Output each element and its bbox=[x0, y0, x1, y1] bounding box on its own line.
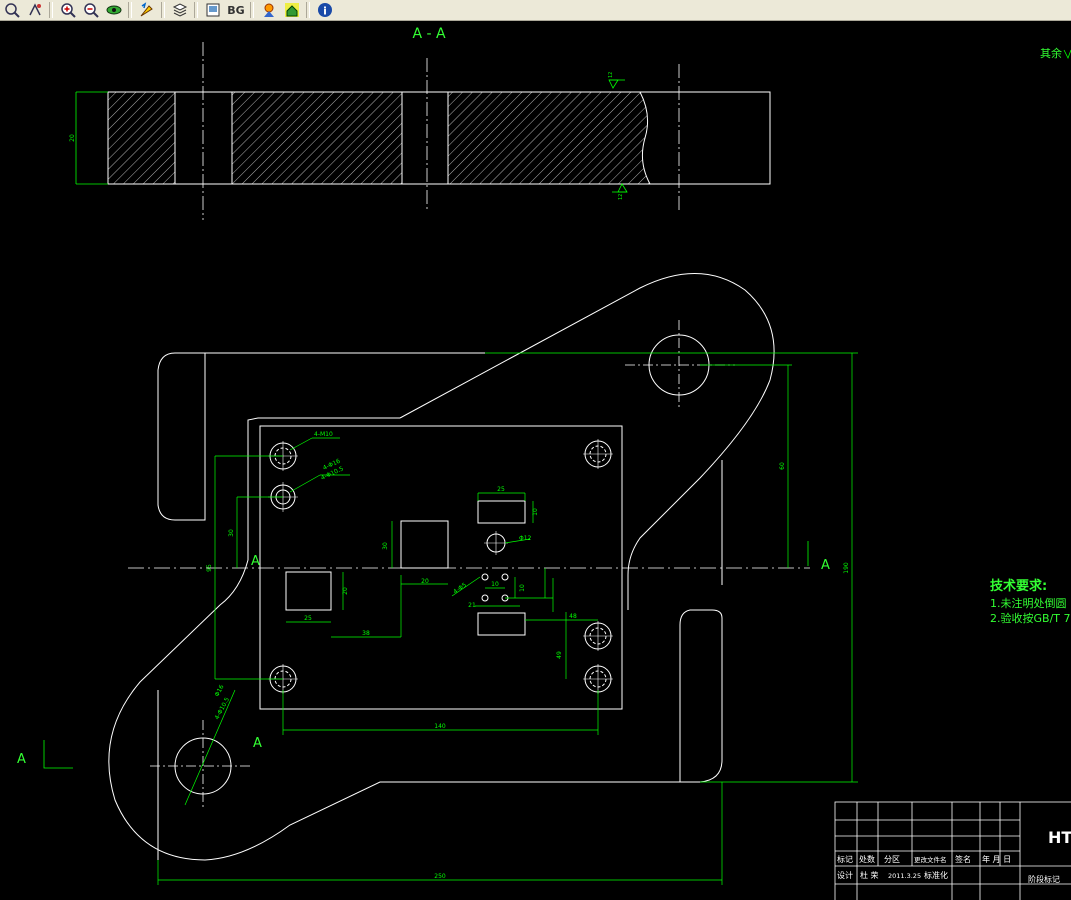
section-mark-left: A bbox=[251, 554, 260, 569]
dim-hole-lower-a: Φ16 bbox=[214, 684, 226, 698]
tech-line-1: 1.未注明处倒圆 bbox=[990, 596, 1067, 610]
drawing-canvas[interactable]: A - A 20 12 12 其余 A A A A 4-M10 4-Φ16 4-… bbox=[0, 21, 1071, 900]
hatch-region bbox=[232, 92, 402, 184]
dim-190: 190 bbox=[843, 562, 850, 574]
dim-25b: 25 bbox=[304, 615, 312, 622]
technical-requirements: 技术要求: 1.未注明处倒圆 2.验收按GB/T 7 bbox=[990, 578, 1071, 625]
dim-30b: 30 bbox=[382, 542, 389, 550]
section-mark-lower: A bbox=[17, 752, 26, 767]
dim-60: 60 bbox=[779, 462, 786, 470]
dim-10: 10 bbox=[532, 508, 539, 516]
color-tool-icon[interactable] bbox=[136, 1, 158, 19]
tb-label-mark: 标记 bbox=[837, 854, 853, 864]
tb-label-file: 更改文件名 bbox=[914, 855, 947, 864]
dimensions bbox=[157, 352, 858, 885]
tb-design: 设计 bbox=[837, 870, 853, 880]
dim-10c: 10 bbox=[519, 584, 526, 592]
zoom-pan-icon[interactable] bbox=[24, 1, 46, 19]
layers-icon[interactable] bbox=[169, 1, 191, 19]
tech-line-2: 2.验收按GB/T 7 bbox=[990, 611, 1071, 625]
dimension-labels: 4-M10 4-Φ16 4-Φ10.5 Φ16 4-Φ10.5 25 10 Φ1… bbox=[206, 431, 850, 880]
section-mark-right: A bbox=[821, 558, 830, 573]
dim-25: 25 bbox=[497, 486, 505, 493]
zoom-extents-icon[interactable] bbox=[1, 1, 23, 19]
tb-std: 标准化 bbox=[924, 870, 948, 880]
tb-date: 2011.3.25 bbox=[888, 872, 921, 880]
toolbar-separator bbox=[250, 2, 254, 18]
dim-49: 49 bbox=[556, 651, 563, 659]
title-block bbox=[834, 801, 1071, 900]
plan-view: A A A A bbox=[17, 273, 830, 861]
section-outline bbox=[107, 91, 771, 185]
attribute-icon[interactable] bbox=[258, 1, 280, 19]
tb-label-zone: 分区 bbox=[884, 855, 900, 864]
hatch-region bbox=[108, 92, 175, 184]
hatch-region bbox=[448, 92, 650, 184]
dim-hole-lower-b: 4-Φ10.5 bbox=[214, 696, 232, 721]
svg-text:i: i bbox=[323, 5, 327, 18]
dim-thickness: 20 bbox=[69, 134, 76, 142]
zoom-in-icon[interactable] bbox=[57, 1, 79, 19]
dim-20b: 20 bbox=[342, 587, 349, 595]
dim-phi12: Φ12 bbox=[519, 535, 532, 542]
toolbar-separator bbox=[161, 2, 165, 18]
title-material: HT2 bbox=[1048, 828, 1071, 847]
roughness-other: 其余 bbox=[1040, 46, 1062, 60]
section-view: A - A 20 12 12 其余 bbox=[69, 26, 1071, 220]
dim-38: 38 bbox=[362, 630, 370, 637]
toolbar-separator bbox=[194, 2, 198, 18]
tb-designer: 杜 荣 bbox=[860, 870, 879, 880]
dim-30a: 30 bbox=[228, 529, 235, 537]
tb-label-date: 年 月 日 bbox=[982, 854, 1011, 864]
dim-21: 21 bbox=[468, 602, 476, 609]
info-icon[interactable]: i bbox=[314, 1, 336, 19]
toolbar-separator bbox=[128, 2, 132, 18]
tb-stage: 阶段标记 bbox=[1028, 874, 1060, 884]
toolbar-separator bbox=[49, 2, 53, 18]
dim-hole1: 4-M10 bbox=[314, 431, 333, 438]
zoom-out-icon[interactable] bbox=[80, 1, 102, 19]
toolbar-separator bbox=[306, 2, 310, 18]
dim-140: 140 bbox=[434, 723, 446, 730]
roughness-bottom: 12 bbox=[618, 194, 624, 200]
dim-a: 4-Φ5 bbox=[452, 581, 468, 595]
tb-label-count: 处数 bbox=[859, 854, 875, 864]
dim-20a: 20 bbox=[421, 578, 429, 585]
section-title: A - A bbox=[412, 26, 446, 42]
dim-250: 250 bbox=[434, 873, 446, 880]
bg-button[interactable]: BG bbox=[225, 1, 247, 19]
toolbar: BG i bbox=[0, 0, 1071, 21]
title-block-text: HT2 标记 处数 分区 更改文件名 签名 年 月 日 设计 杜 荣 2011.… bbox=[837, 828, 1071, 884]
dim-10b: 10 bbox=[491, 581, 499, 588]
screen-icon[interactable] bbox=[202, 1, 224, 19]
roughness-top: 12 bbox=[608, 72, 614, 78]
dim-95: 95 bbox=[206, 564, 213, 572]
home-icon[interactable] bbox=[281, 1, 303, 19]
tb-label-sign: 签名 bbox=[955, 854, 971, 864]
tech-title: 技术要求: bbox=[990, 578, 1047, 594]
section-mark-lower-right: A bbox=[253, 736, 262, 751]
dim-48: 48 bbox=[569, 613, 577, 620]
eye-icon[interactable] bbox=[103, 1, 125, 19]
